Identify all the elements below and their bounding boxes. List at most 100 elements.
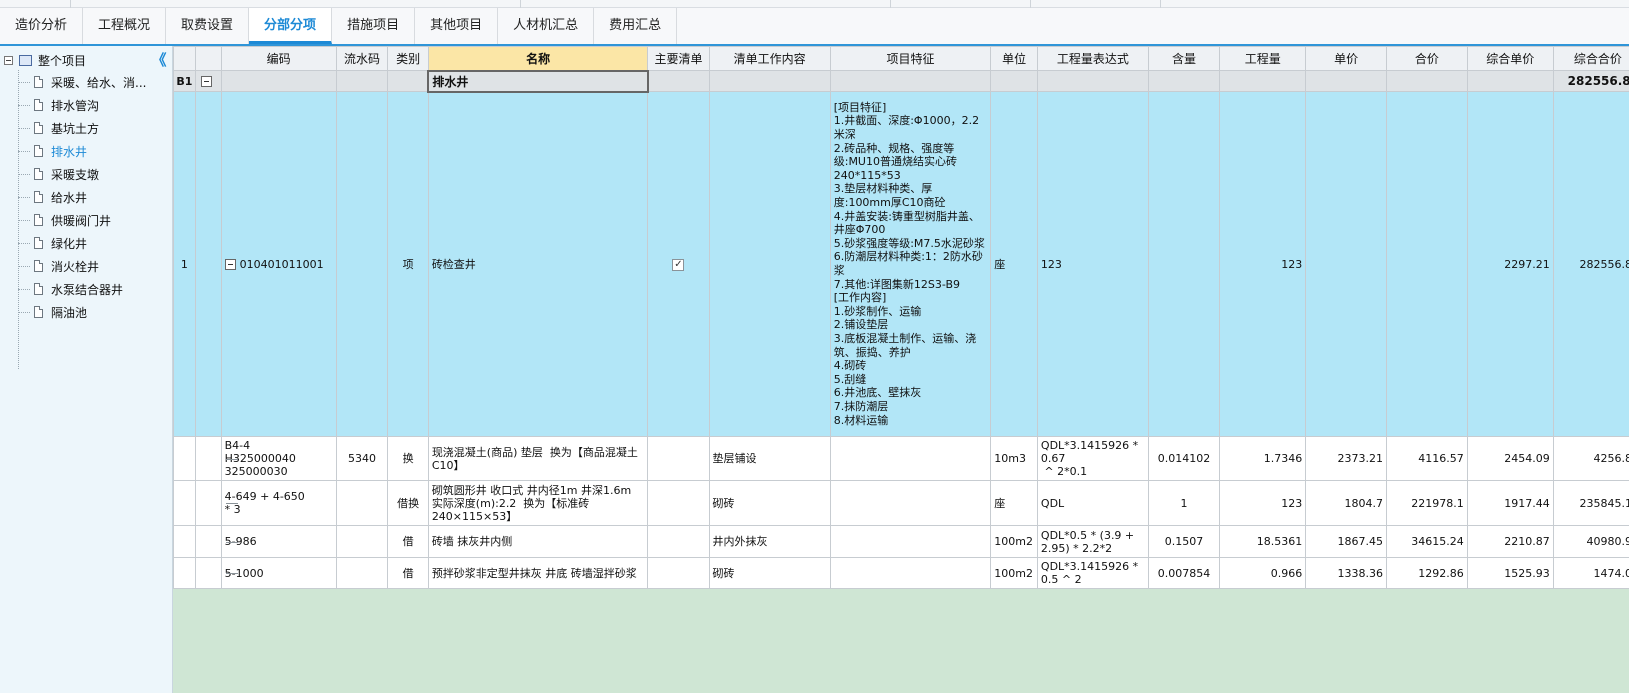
tab-0[interactable]: 造价分析 xyxy=(0,8,84,44)
quota-expr-cell[interactable]: QDL*0.5 * (3.9 + 2.95) * 2.2*2 xyxy=(1036,525,1149,558)
quota-sum-cell[interactable]: 221978.1 xyxy=(1386,480,1468,526)
tree-root[interactable]: 整个项目 xyxy=(4,50,86,70)
item-expr-cell[interactable]: 123 xyxy=(1036,91,1149,437)
column-header[interactable]: 类别 xyxy=(387,46,429,71)
tab-7[interactable]: 费用汇总 xyxy=(594,8,678,44)
quota-price-cell[interactable]: 2373.21 xyxy=(1305,436,1387,481)
quota-sub-row[interactable]: 4-649 + 4-650 * 3 借换 砌筑圆形井 收口式 井内径1m 井深1.6… xyxy=(173,480,1629,526)
quota-name-cell[interactable]: 预拌砂浆非定型井抹灰 井底 砖墙湿拌砂浆 xyxy=(427,557,649,589)
column-header[interactable]: 综合单价 xyxy=(1466,46,1554,71)
collapse-sidebar-icon[interactable]: 《 xyxy=(151,50,167,70)
minus-collapse-icon[interactable] xyxy=(224,259,236,270)
quota-price-cell[interactable]: 1867.45 xyxy=(1305,525,1387,558)
tab-1[interactable]: 工程概况 xyxy=(83,8,167,44)
column-header[interactable]: 项目特征 xyxy=(829,46,992,71)
tree-item[interactable]: 消火栓井 xyxy=(18,254,99,278)
item-code-cell[interactable]: 010401011001 xyxy=(220,91,337,437)
column-header[interactable] xyxy=(173,46,196,71)
quota-sub-row[interactable]: B4-4 H325000040 325000030 5340 换现浇混凝土(商品) … xyxy=(173,436,1629,481)
quota-sum-cell[interactable]: 1292.86 xyxy=(1386,557,1468,589)
item-unit-cell[interactable]: 座 xyxy=(990,91,1038,437)
tree-item[interactable]: 排水管沟 xyxy=(18,93,99,117)
tree-item[interactable]: 采暖、给水、消... xyxy=(18,70,146,94)
quota-unit-cell[interactable]: 10m3 xyxy=(990,436,1038,481)
flow-code-cell[interactable] xyxy=(335,525,389,558)
quota-price-cell[interactable]: 1804.7 xyxy=(1305,480,1387,526)
column-header[interactable]: 工程量表达式 xyxy=(1036,46,1149,71)
quota-content-cell[interactable]: 0.007854 xyxy=(1147,557,1221,589)
quota-total-cell[interactable]: 1474.05 xyxy=(1552,557,1629,589)
tree-item[interactable]: 水泵结合器井 xyxy=(18,277,123,301)
tree-item[interactable]: 给水井 xyxy=(18,185,87,209)
column-header[interactable]: 工程量 xyxy=(1219,46,1307,71)
tree-item[interactable]: 排水井 xyxy=(18,139,87,163)
main-list-cell[interactable]: ✓ xyxy=(647,91,710,437)
tree-item[interactable]: 隔油池 xyxy=(18,300,87,324)
quota-content-cell[interactable]: 1 xyxy=(1147,480,1221,526)
flow-code-cell[interactable]: 5340 xyxy=(335,436,389,481)
item-type-cell[interactable]: 项 xyxy=(387,91,429,437)
item-features-cell[interactable]: [项目特征] 1.井截面、深度:Φ1000，2.2米深 2.砖品种、规格、强度等… xyxy=(829,91,992,437)
main-list-checkbox[interactable]: ✓ xyxy=(672,259,685,271)
group-row[interactable]: B1 排水井 282556.83 xyxy=(173,69,1629,93)
column-header[interactable]: 编码 xyxy=(220,46,337,71)
quota-unit-cell[interactable]: 100m2 xyxy=(990,557,1038,589)
work-content-cell[interactable]: 垫层铺设 xyxy=(708,436,831,481)
tab-5[interactable]: 其他项目 xyxy=(415,8,499,44)
group-name-cell[interactable]: 排水井 xyxy=(427,69,649,93)
tree-item[interactable]: 基坑土方 xyxy=(18,116,99,140)
quota-type-cell[interactable]: 借 xyxy=(387,557,429,589)
quota-expr-cell[interactable]: QDL*3.1415926 * 0.67 ^ 2*0.1 xyxy=(1036,436,1149,481)
column-header[interactable] xyxy=(194,46,222,71)
flow-code-cell[interactable] xyxy=(335,480,389,526)
quota-code-cell[interactable]: 5-1000 xyxy=(220,557,337,589)
tab-2[interactable]: 取费设置 xyxy=(166,8,250,44)
tab-6[interactable]: 人材机汇总 xyxy=(498,8,595,44)
column-header[interactable]: 流水码 xyxy=(335,46,389,71)
quota-total-cell[interactable]: 235845.12 xyxy=(1552,480,1629,526)
quota-code-cell[interactable]: 5-986 xyxy=(220,525,337,558)
work-content-cell[interactable]: 砌砖 xyxy=(708,557,831,589)
quota-type-cell[interactable]: 借 xyxy=(387,525,429,558)
tab-4[interactable]: 措施项目 xyxy=(332,8,416,44)
column-header[interactable]: 含量 xyxy=(1147,46,1221,71)
work-content-cell[interactable]: 井内外抹灰 xyxy=(708,525,831,558)
quota-expr-cell[interactable]: QDL xyxy=(1036,480,1149,526)
quota-unit-total-cell[interactable]: 1525.93 xyxy=(1466,557,1554,589)
quota-qty-cell[interactable]: 1.7346 xyxy=(1219,436,1307,481)
quota-code-cell[interactable]: B4-4 H325000040 325000030 xyxy=(220,436,337,481)
tree-item[interactable]: 采暖支墩 xyxy=(18,162,99,186)
quota-name-cell[interactable]: 砖墙 抹灰井内侧 xyxy=(427,525,649,558)
tab-3[interactable]: 分部分项 xyxy=(249,8,333,44)
quota-sub-row[interactable]: 5-1000 借预拌砂浆非定型井抹灰 井底 砖墙湿拌砂浆 砌砖 100m2 QDL*3.… xyxy=(173,557,1629,589)
group-toggle-cell[interactable] xyxy=(194,70,222,92)
quota-total-cell[interactable]: 4256.86 xyxy=(1552,436,1629,481)
quota-content-cell[interactable]: 0.014102 xyxy=(1147,436,1221,481)
quota-code-cell[interactable]: 4-649 + 4-650 * 3 xyxy=(220,480,337,526)
work-content-cell[interactable]: 砌砖 xyxy=(708,480,831,526)
tree-item[interactable]: 绿化井 xyxy=(18,231,87,255)
minus-collapse-icon[interactable] xyxy=(200,76,212,87)
quota-total-cell[interactable]: 40980.91 xyxy=(1552,525,1629,558)
quota-sum-cell[interactable]: 34615.24 xyxy=(1386,525,1468,558)
quota-qty-cell[interactable]: 0.966 xyxy=(1219,557,1307,589)
quota-unit-total-cell[interactable]: 2454.09 xyxy=(1466,436,1554,481)
quota-content-cell[interactable]: 0.1507 xyxy=(1147,525,1221,558)
quota-expr-cell[interactable]: QDL*3.1415926 * 0.5 ^ 2 xyxy=(1036,557,1149,589)
quota-qty-cell[interactable]: 123 xyxy=(1219,480,1307,526)
column-header[interactable]: 清单工作内容 xyxy=(708,46,831,71)
column-header[interactable]: 单价 xyxy=(1305,46,1387,71)
column-header[interactable]: 综合合价 xyxy=(1552,46,1629,71)
quota-name-cell[interactable]: 砌筑圆形井 收口式 井内径1m 井深1.6m 实际深度(m):2.2 换为【标准… xyxy=(427,480,649,526)
quota-type-cell[interactable]: 借换 xyxy=(387,480,429,526)
item-qty-cell[interactable]: 123 xyxy=(1219,91,1307,437)
quota-unit-cell[interactable]: 座 xyxy=(990,480,1038,526)
collapse-toggle-icon[interactable] xyxy=(4,55,13,65)
column-header[interactable]: 单位 xyxy=(990,46,1038,71)
quota-sub-row[interactable]: 5-986 借砖墙 抹灰井内侧 井内外抹灰 100m2 QDL*0.5 * (3.9 +… xyxy=(173,525,1629,558)
quota-sum-cell[interactable]: 4116.57 xyxy=(1386,436,1468,481)
quota-qty-cell[interactable]: 18.5361 xyxy=(1219,525,1307,558)
bill-item-row[interactable]: 1 010401011001 项 砖检查井 ✓ [项目特征] 1.井截面、深度:… xyxy=(173,91,1629,437)
quota-unit-cell[interactable]: 100m2 xyxy=(990,525,1038,558)
quota-price-cell[interactable]: 1338.36 xyxy=(1305,557,1387,589)
